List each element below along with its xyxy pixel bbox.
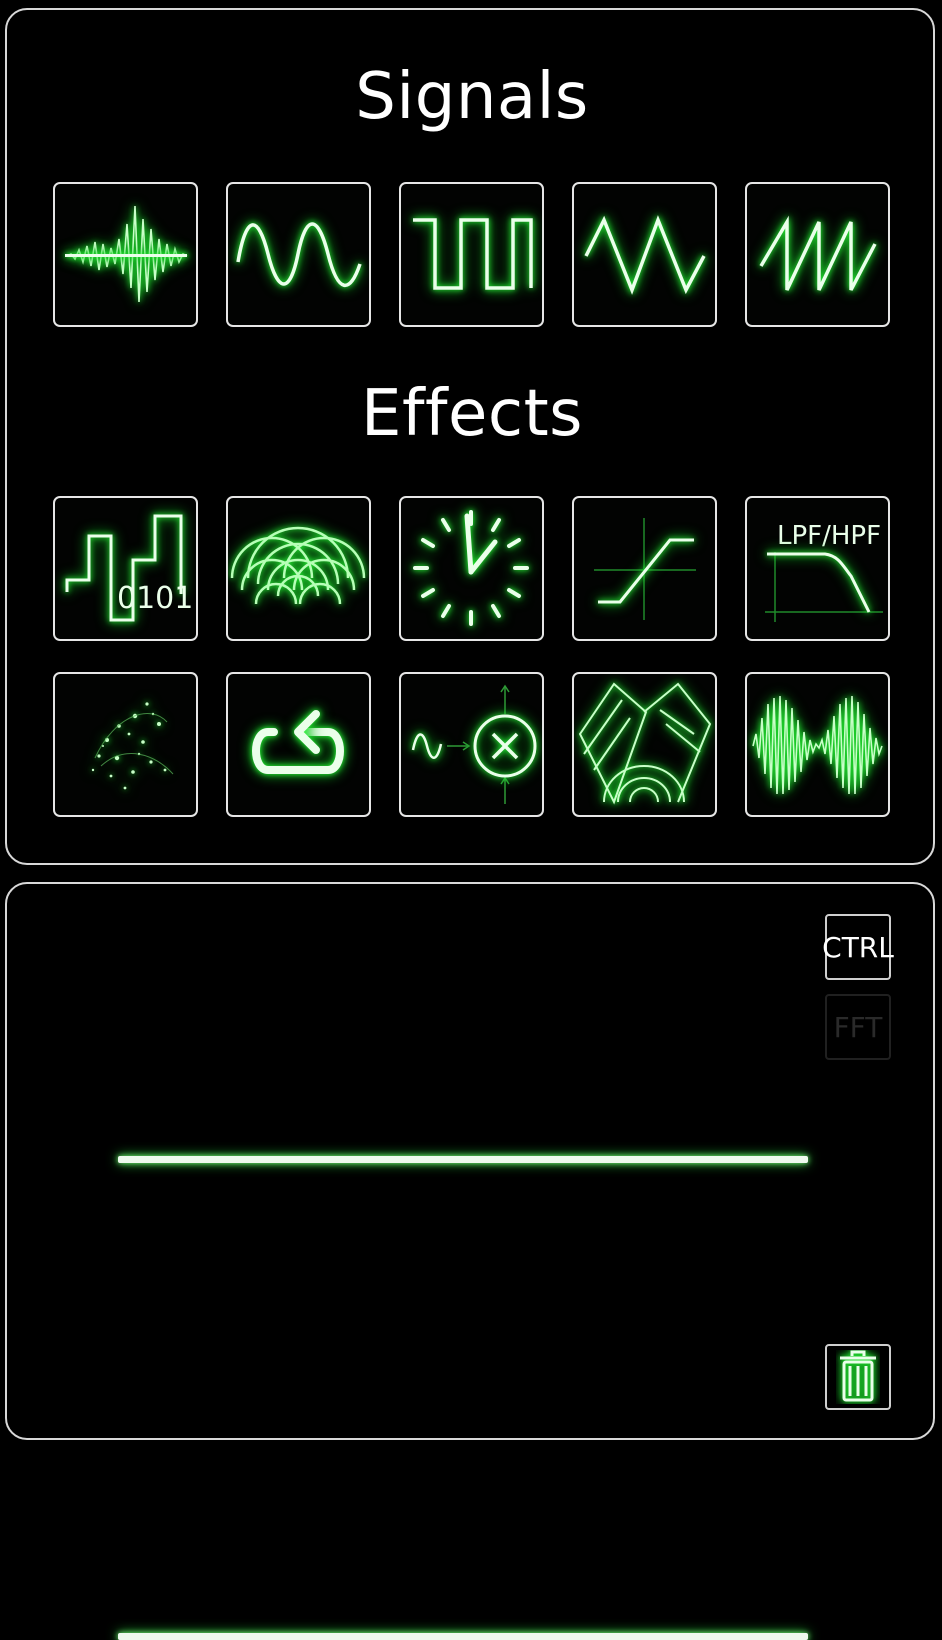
channel-1-trace (118, 1156, 808, 1163)
sawtooth-wave-icon (759, 215, 877, 291)
ring-modulator-icon (411, 684, 537, 804)
bitcrusher-label: 0101 (117, 581, 193, 616)
filter-label: LPF/HPF (777, 521, 881, 551)
channel-2-trace (118, 1633, 808, 1640)
sparkle-effect-button[interactable] (53, 672, 198, 817)
noise-signal-button[interactable] (53, 182, 198, 327)
filter-effect-button[interactable]: LPF/HPF (745, 496, 890, 641)
chorus-effect-button[interactable] (226, 496, 371, 641)
palette-panel: Signals Effects 0101 LPF/HPF (5, 8, 935, 865)
amplitude-modulation-icon (752, 695, 883, 795)
ring-modulator-effect-button[interactable] (399, 672, 544, 817)
reverb-reflection-icon (578, 682, 712, 805)
square-signal-button[interactable] (399, 182, 544, 327)
noise-waveform-icon (65, 205, 188, 303)
sparkle-particle-icon (91, 702, 174, 790)
triangle-wave-icon (584, 215, 706, 295)
loop-arrow-icon (252, 710, 344, 774)
square-wave-icon (413, 218, 533, 290)
distortion-curve-icon (594, 518, 696, 620)
ctrl-button[interactable]: CTRL (822, 914, 894, 980)
fft-button[interactable]: FFT (825, 994, 891, 1060)
sawtooth-signal-button[interactable] (745, 182, 890, 327)
am-effect-button[interactable] (745, 672, 890, 817)
scope-panel: CTRL FFT (5, 882, 935, 1640)
bitcrusher-icon: 0101 (65, 514, 193, 622)
delay-effect-button[interactable] (399, 496, 544, 641)
signals-heading: Signals (355, 60, 589, 134)
triangle-signal-button[interactable] (572, 182, 717, 327)
delete-button[interactable] (825, 1344, 891, 1410)
reverb-effect-button[interactable] (572, 672, 717, 817)
distortion-effect-button[interactable] (572, 496, 717, 641)
delay-clock-icon (413, 510, 529, 626)
sine-signal-button[interactable] (226, 182, 371, 327)
sine-wave-icon (236, 222, 362, 287)
lpf-hpf-filter-icon: LPF/HPF (765, 521, 883, 622)
effects-heading: Effects (361, 377, 583, 451)
trash-icon (840, 1350, 876, 1402)
loop-effect-button[interactable] (226, 672, 371, 817)
bitcrusher-effect-button[interactable]: 0101 (53, 496, 198, 641)
chorus-ripple-icon (230, 526, 366, 605)
